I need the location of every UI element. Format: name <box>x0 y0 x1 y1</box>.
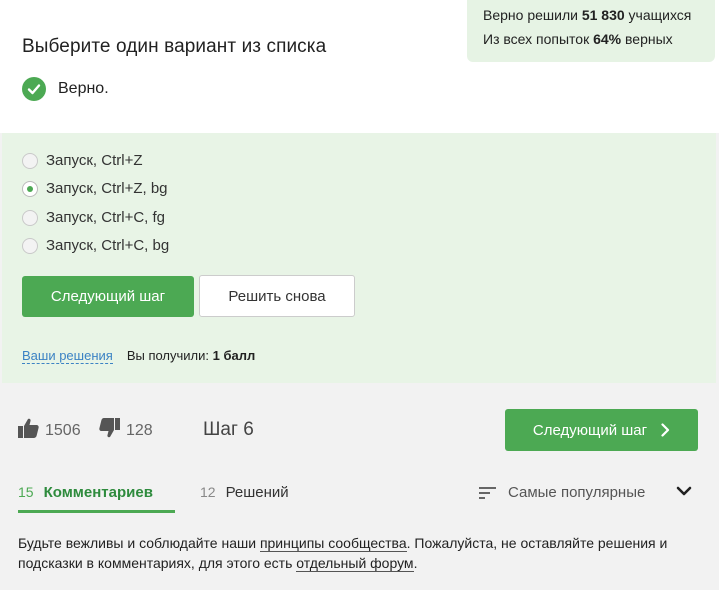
sort-dropdown[interactable]: Самые популярные <box>479 484 645 501</box>
chevron-down-icon[interactable] <box>676 484 692 502</box>
result-row: Ваши решения Вы получили: 1 балл <box>22 348 255 364</box>
solve-again-button[interactable]: Решить снова <box>199 275 355 317</box>
tab-label: Решений <box>225 484 289 501</box>
radio-button[interactable] <box>22 237 38 254</box>
radio-button[interactable] <box>22 152 38 169</box>
discussion-tabs: 15 Комментариев 12 Решений Самые популяр… <box>0 476 719 514</box>
score-prefix: Вы получили: <box>126 348 210 363</box>
step-label: Шаг 6 <box>203 419 254 440</box>
separate-forum-link[interactable]: отдельный форум <box>296 555 414 572</box>
option-label: Запуск, Ctrl+C, bg <box>46 237 170 254</box>
footer-next-step-button[interactable]: Следующий шаг <box>505 409 698 451</box>
option-label: Запуск, Ctrl+C, fg <box>46 209 166 226</box>
check-circle-icon <box>22 77 46 101</box>
score-text: Вы получили: 1 балл <box>127 348 255 363</box>
thumbs-down-icon <box>99 418 120 443</box>
sort-icon <box>479 486 496 499</box>
stats-solved-suffix: учащихся <box>628 7 692 23</box>
stats-attempts-line: Из всех попыток 64% верных <box>483 27 715 51</box>
sort-label: Самые популярные <box>508 484 646 501</box>
tab-solutions[interactable]: 12 Решений <box>200 484 289 501</box>
active-tab-indicator <box>18 510 175 513</box>
score-value: 1 балл <box>212 348 256 363</box>
radio-button[interactable] <box>22 209 38 226</box>
stats-attempts-prefix: Из всех попыток <box>483 31 590 47</box>
tab-comments[interactable]: 15 Комментариев <box>18 484 153 501</box>
option-2[interactable]: Запуск, Ctrl+Z, bg <box>22 180 168 197</box>
radio-button-selected[interactable] <box>22 180 38 197</box>
stats-solved-prefix: Верно решили <box>483 7 578 23</box>
verdict: Верно. <box>22 77 109 101</box>
notice-text: . <box>413 555 418 571</box>
stats-attempts-percent: 64% <box>593 31 622 47</box>
option-3[interactable]: Запуск, Ctrl+C, fg <box>22 209 165 226</box>
solve-stats-panel: Верно решили 51 830 учащихся Из всех поп… <box>467 0 715 62</box>
tab-count: 12 <box>200 484 216 500</box>
dislike-button[interactable]: 128 <box>99 418 153 443</box>
option-label: Запуск, Ctrl+Z <box>46 152 143 169</box>
stats-solved-line: Верно решили 51 830 учащихся <box>483 3 715 27</box>
option-label: Запуск, Ctrl+Z, bg <box>46 180 168 197</box>
community-guidelines-link[interactable]: принципы сообщества <box>259 535 407 552</box>
stats-solved-count: 51 830 <box>581 7 625 23</box>
verdict-text: Верно. <box>58 80 109 97</box>
chevron-right-icon <box>661 423 670 437</box>
community-notice: Будьте вежливы и соблюдайте наши принцип… <box>18 533 708 573</box>
likes-count: 1506 <box>45 421 81 439</box>
answer-panel: Запуск, Ctrl+Z Запуск, Ctrl+Z, bg Запуск… <box>2 133 716 383</box>
like-button[interactable]: 1506 <box>18 418 81 443</box>
tab-label: Комментариев <box>43 484 153 501</box>
footer-next-step-label: Следующий шаг <box>532 421 648 439</box>
next-step-button[interactable]: Следующий шаг <box>22 276 194 317</box>
option-4[interactable]: Запуск, Ctrl+C, bg <box>22 237 169 254</box>
dislikes-count: 128 <box>126 421 153 439</box>
thumbs-up-icon <box>18 418 39 443</box>
tab-count: 15 <box>18 484 34 500</box>
stats-attempts-suffix: верных <box>625 31 673 47</box>
notice-text: Будьте вежливы и соблюдайте наши <box>18 535 260 551</box>
your-solutions-link[interactable]: Ваши решения <box>22 348 113 364</box>
question-title: Выберите один вариант из списка <box>22 36 327 57</box>
option-1[interactable]: Запуск, Ctrl+Z <box>22 152 143 169</box>
